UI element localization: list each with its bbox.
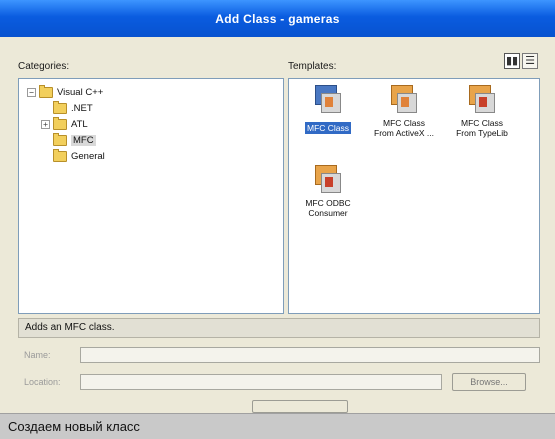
mfc-odbc-consumer-icon [313,165,343,195]
folder-icon [53,116,67,130]
template-label: MFC ODBC [305,198,351,208]
tree-item-visual-cpp[interactable]: − Visual C++ [27,84,104,99]
location-label: Location: [24,377,61,387]
template-mfc-odbc-consumer[interactable]: MFC ODBC Consumer [293,165,363,218]
list-view-button[interactable]: ☰ [522,53,538,69]
name-field[interactable] [80,347,540,363]
template-label-line2: From TypeLib [456,128,508,138]
template-mfc-class[interactable]: MFC Class [293,85,363,136]
folder-icon [53,148,67,162]
categories-label: Categories: [18,61,70,72]
template-label-line2: Consumer [308,208,348,218]
window-title: Add Class - gameras [215,12,340,26]
caption-text: Создаем новый класс [8,419,140,434]
folder-open-icon [53,132,67,146]
tree-item-dotnet[interactable]: .NET [53,100,93,115]
tree-item-label: Visual C++ [57,86,104,98]
templates-label: Templates: [288,61,337,72]
tree-item-label: MFC [71,134,96,146]
folder-icon [39,84,53,98]
location-field[interactable] [80,374,442,390]
template-label: MFC Class [304,122,352,134]
mfc-class-from-typelib-icon [467,85,497,115]
mfc-class-from-activex-icon [389,85,419,115]
template-label: MFC Class [382,118,426,128]
large-icons-view-button[interactable]: ▮▮ [504,53,520,69]
template-label-line2: From ActiveX ... [374,128,434,138]
templates-list[interactable]: MFC Class MFC Class From ActiveX ... MFC… [288,78,540,314]
title-bar[interactable]: Add Class - gameras [0,0,555,37]
add-class-dialog: Add Class - gameras Categories: Template… [0,0,555,413]
template-description: Adds an MFC class. [18,318,540,338]
figure-caption: Создаем новый класс [0,413,555,439]
tree-item-label: ATL [71,118,88,130]
tree-item-atl[interactable]: + ATL [41,116,88,131]
folder-icon [53,100,67,114]
tree-item-label: .NET [71,102,93,114]
collapse-icon[interactable]: − [27,87,36,97]
template-mfc-class-from-activex[interactable]: MFC Class From ActiveX ... [369,85,439,138]
tree-item-general[interactable]: General [53,148,105,163]
tree-item-label: General [71,150,105,162]
mfc-class-icon [313,85,343,115]
open-button[interactable] [252,400,348,413]
template-label: MFC Class [460,118,504,128]
name-label: Name: [24,350,51,360]
expand-icon[interactable]: + [41,119,50,129]
tree-item-mfc[interactable]: MFC [53,132,96,147]
template-mfc-class-from-typelib[interactable]: MFC Class From TypeLib [447,85,517,138]
categories-tree[interactable]: − Visual C++ .NET + ATL MFC General [18,78,284,314]
browse-button[interactable]: Browse... [452,373,526,391]
